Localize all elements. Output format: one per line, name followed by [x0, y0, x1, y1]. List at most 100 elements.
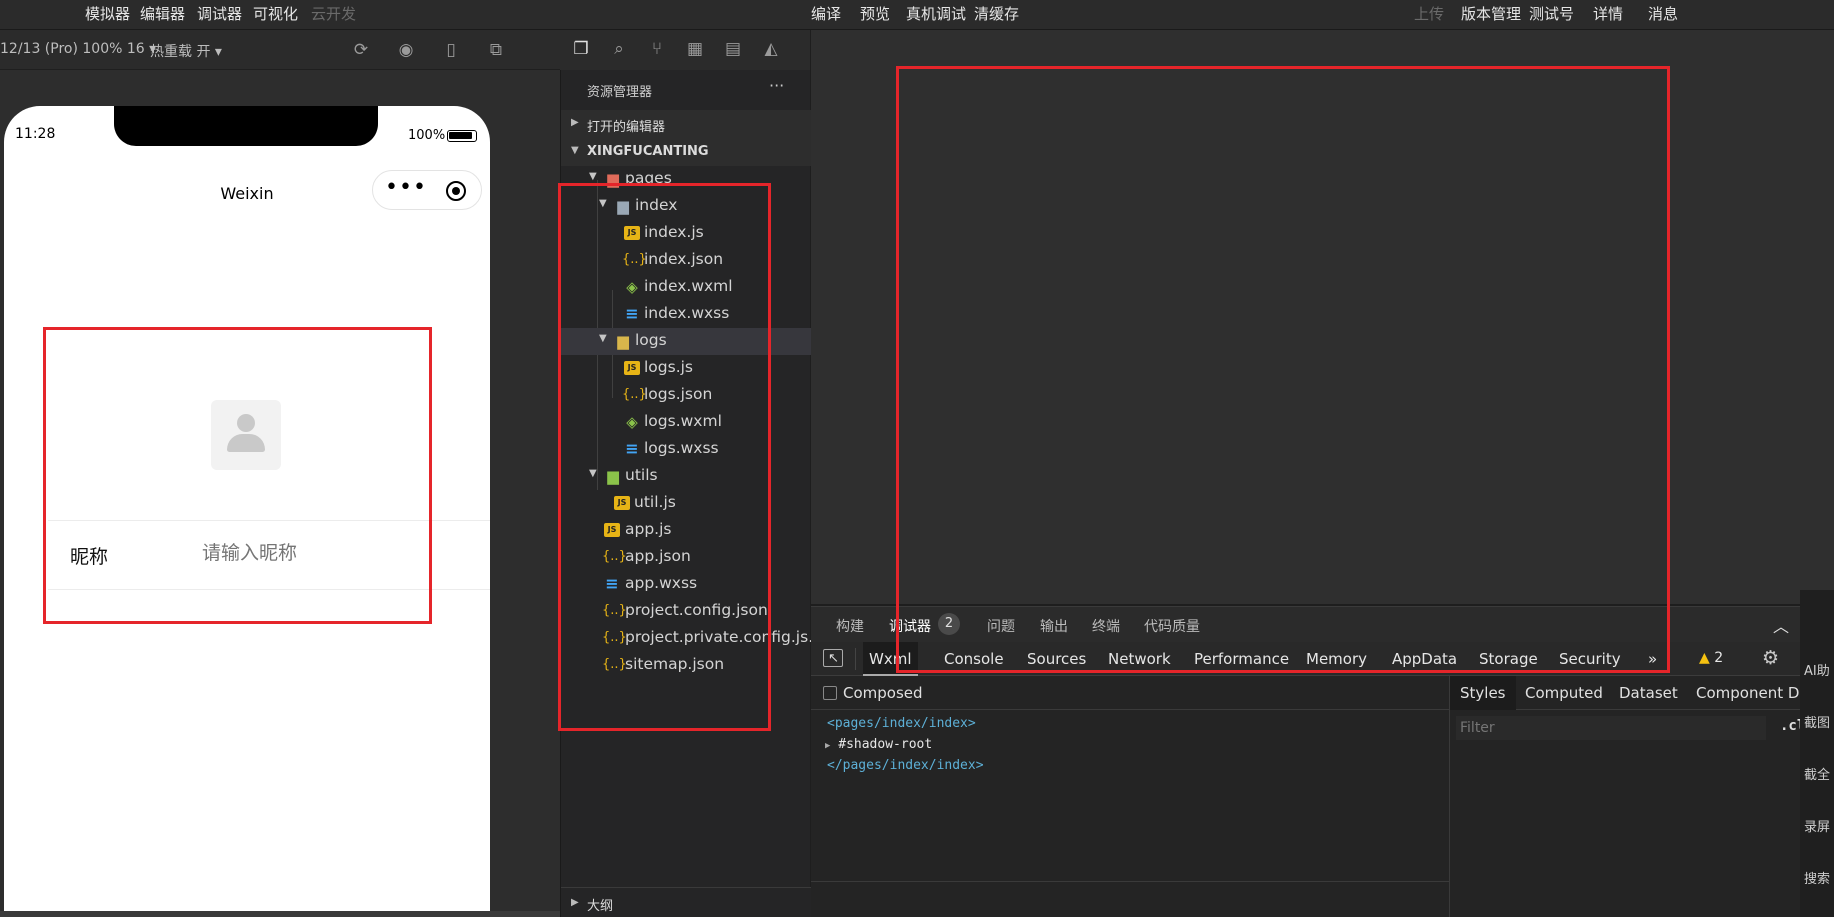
test-account-button[interactable]: 测试号: [1529, 3, 1574, 24]
wxml-elements-panel: Composed <pages/index/index> ▶ #shadow-r…: [811, 676, 1449, 917]
phone-icon[interactable]: ▯: [440, 39, 462, 61]
version-management-button[interactable]: 版本管理: [1461, 3, 1521, 24]
record-screen-button[interactable]: 录屏: [1804, 816, 1830, 835]
tree-item-label: index.json: [644, 250, 724, 268]
stop-icon[interactable]: ◉: [395, 39, 417, 61]
simulator-area: 11:28 100% Weixin ••• 昵称: [0, 70, 560, 917]
tab-appdata[interactable]: AppData: [1392, 650, 1457, 668]
tab-build[interactable]: 构建: [836, 616, 864, 636]
tree-file-project-private-config[interactable]: {..} project.private.config.js...: [561, 625, 823, 652]
details-button[interactable]: 详情: [1593, 3, 1623, 24]
storage-icon[interactable]: ▤: [722, 38, 744, 60]
tree-file-app-js[interactable]: JS app.js: [561, 517, 811, 544]
menu-simulator[interactable]: 模拟器: [85, 3, 130, 24]
tree-folder-pages[interactable]: ▼ ▆ pages: [561, 166, 811, 193]
tree-file-logs-json[interactable]: {..} logs.json: [561, 382, 811, 409]
tab-code-quality[interactable]: 代码质量: [1144, 616, 1200, 636]
hot-reload-toggle[interactable]: 热重载 开 ▾: [150, 41, 222, 61]
window-icon[interactable]: ⧉: [485, 39, 507, 61]
more-actions-icon[interactable]: ···: [769, 76, 784, 95]
tree-folder-logs[interactable]: ▼ ▆ logs: [561, 328, 811, 355]
tree-item-label: index.wxss: [644, 304, 730, 322]
chevron-down-icon: ▼: [571, 145, 579, 156]
refresh-icon[interactable]: ⟳: [350, 39, 372, 61]
warning-icon: ▲: [1699, 650, 1710, 666]
git-branch-icon[interactable]: ⑂: [646, 38, 668, 60]
tab-dataset[interactable]: Dataset: [1619, 684, 1678, 702]
tree-file-project-config[interactable]: {..} project.config.json: [561, 598, 811, 625]
messages-button[interactable]: 消息: [1648, 3, 1678, 24]
nickname-input[interactable]: [202, 542, 472, 564]
tree-folder-index[interactable]: ▼ ▆ index: [561, 193, 811, 220]
shadow-root-node[interactable]: ▶ #shadow-root: [825, 737, 932, 752]
expand-triangle-icon[interactable]: ▶: [825, 741, 830, 751]
menu-editor[interactable]: 编辑器: [140, 3, 185, 24]
collapse-panel-icon[interactable]: ︿: [1773, 613, 1789, 637]
search-button[interactable]: 搜索: [1804, 868, 1830, 887]
upload-button[interactable]: 上传: [1414, 3, 1444, 24]
tab-performance[interactable]: Performance: [1194, 650, 1289, 668]
tab-terminal[interactable]: 终端: [1092, 616, 1120, 636]
capsule-menu[interactable]: •••: [372, 170, 482, 210]
tab-network[interactable]: Network: [1108, 650, 1171, 668]
menu-visual[interactable]: 可视化: [253, 3, 298, 24]
tree-file-sitemap[interactable]: {..} sitemap.json: [561, 652, 811, 679]
tab-problems[interactable]: 问题: [987, 616, 1015, 636]
settings-gear-icon[interactable]: ⚙: [1762, 647, 1779, 669]
device-select[interactable]: 12/13 (Pro) 100% 16 ▾: [0, 41, 156, 57]
nickname-label: 昵称: [70, 546, 109, 568]
clear-cache-button[interactable]: 清缓存: [974, 3, 1019, 24]
tab-security[interactable]: Security: [1559, 650, 1621, 668]
screenshot-button[interactable]: 截图: [1804, 712, 1830, 731]
tree-file-index-wxml[interactable]: ◈ index.wxml: [561, 274, 811, 301]
tree-file-logs-wxml[interactable]: ◈ logs.wxml: [561, 409, 811, 436]
preview-button[interactable]: 预览: [860, 3, 890, 24]
extensions-icon[interactable]: ▦: [684, 38, 706, 60]
tree-file-logs-wxss[interactable]: ≡ logs.wxss: [561, 436, 811, 463]
project-section[interactable]: ▼ XINGFUCANTING: [561, 138, 811, 166]
ai-assistant-button[interactable]: AI助: [1804, 660, 1830, 679]
element-open-tag[interactable]: <pages/index/index>: [827, 716, 976, 731]
more-icon[interactable]: •••: [385, 175, 426, 200]
shadow-root-label: #shadow-root: [838, 737, 933, 752]
tree-file-index-wxss[interactable]: ≡ index.wxss: [561, 301, 811, 328]
warnings-counter[interactable]: ▲ 2: [1699, 650, 1723, 666]
tab-sources[interactable]: Sources: [1027, 650, 1086, 668]
more-tabs-icon[interactable]: »: [1648, 650, 1657, 668]
real-device-debug-button[interactable]: 真机调试: [906, 3, 966, 24]
tab-memory[interactable]: Memory: [1306, 650, 1367, 668]
search-icon[interactable]: ⌕: [608, 38, 630, 60]
tree-file-logs-js[interactable]: JS logs.js: [561, 355, 811, 382]
tree-file-app-wxss[interactable]: ≡ app.wxss: [561, 571, 811, 598]
styles-tab-bar: Styles Computed Dataset Component Data: [1450, 676, 1834, 710]
tab-storage[interactable]: Storage: [1479, 650, 1538, 668]
divider: [48, 520, 490, 521]
tree-file-index-js[interactable]: JS index.js: [561, 220, 811, 247]
element-close-tag[interactable]: </pages/index/index>: [827, 758, 984, 773]
tab-output[interactable]: 输出: [1040, 616, 1068, 636]
tab-console[interactable]: Console: [944, 650, 1004, 668]
styles-filter-input[interactable]: [1456, 716, 1766, 740]
menu-debugger[interactable]: 调试器: [197, 3, 242, 24]
tab-wxml[interactable]: Wxml: [863, 642, 918, 676]
avatar-button[interactable]: [211, 400, 281, 470]
compile-button[interactable]: 编译: [811, 3, 841, 24]
tree-file-index-json[interactable]: {..} index.json: [561, 247, 811, 274]
close-miniprogram-icon[interactable]: [446, 181, 466, 201]
composed-checkbox[interactable]: [823, 686, 837, 700]
files-icon[interactable]: ❐: [570, 38, 592, 60]
editor-area[interactable]: [811, 30, 1834, 604]
tree-folder-utils[interactable]: ▼ ▆ utils: [561, 463, 811, 490]
tree-file-app-json[interactable]: {..} app.json: [561, 544, 811, 571]
docker-icon[interactable]: ◭: [760, 38, 782, 60]
open-editors-section[interactable]: ▶ 打开的编辑器: [561, 110, 811, 138]
tab-debugger[interactable]: 调试器: [889, 616, 931, 636]
inspect-element-icon[interactable]: [823, 649, 843, 667]
full-screenshot-button[interactable]: 截全: [1804, 764, 1830, 783]
tab-styles[interactable]: Styles: [1450, 676, 1516, 710]
tree-item-label: logs.wxss: [644, 439, 719, 457]
menu-cloud[interactable]: 云开发: [311, 3, 356, 24]
tree-file-util-js[interactable]: JS util.js: [561, 490, 811, 517]
tab-computed[interactable]: Computed: [1525, 684, 1603, 702]
outline-section[interactable]: ▶ 大纲: [561, 887, 811, 917]
